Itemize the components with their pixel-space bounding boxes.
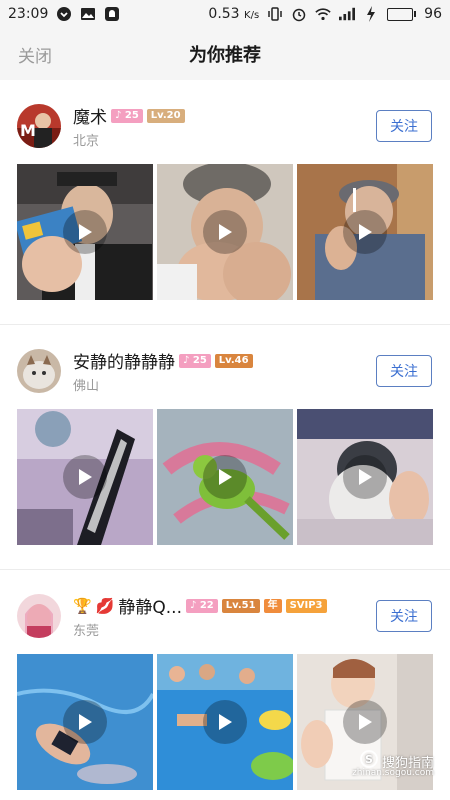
header: 关闭 为你推荐 xyxy=(0,28,450,80)
level-badge: Lv.20 xyxy=(146,108,185,123)
alarm-icon xyxy=(291,6,307,22)
fans-badge: ♪ 22 xyxy=(185,598,218,613)
play-icon xyxy=(343,455,387,499)
vibrate-icon xyxy=(267,6,283,22)
level-badge: Lv.46 xyxy=(214,353,253,368)
notification-icon xyxy=(104,6,120,22)
video-thumbnail[interactable] xyxy=(297,409,433,545)
wifi-icon xyxy=(315,6,331,22)
signal-icon xyxy=(339,6,356,22)
fans-badge: ♪ 25 xyxy=(111,108,143,123)
download-icon xyxy=(56,6,72,22)
avatar[interactable] xyxy=(17,594,61,638)
user-name[interactable]: 静静Q... xyxy=(118,593,182,618)
avatar[interactable] xyxy=(17,349,61,393)
svip-badge: SVIP3 xyxy=(285,598,327,613)
user-location: 北京 xyxy=(73,133,100,149)
follow-button[interactable]: 关注 xyxy=(376,600,432,632)
video-row xyxy=(17,409,433,569)
charging-icon xyxy=(363,6,379,22)
page-title: 为你推荐 xyxy=(189,45,261,66)
video-row xyxy=(17,654,433,800)
video-thumbnail[interactable] xyxy=(157,654,293,790)
video-thumbnail[interactable] xyxy=(17,164,153,300)
play-icon xyxy=(63,210,107,254)
battery-percent: 96 xyxy=(424,6,442,22)
fans-badge: ♪ 25 xyxy=(179,353,211,368)
image-icon xyxy=(80,6,96,22)
network-speed: 0.53 K/s xyxy=(208,6,260,22)
watermark: S 搜狗指南 zhinan.sogou.com xyxy=(352,750,434,778)
play-icon xyxy=(203,455,247,499)
svg-text:S: S xyxy=(365,753,373,766)
play-icon xyxy=(203,700,247,744)
trophy-icon: 🏆 xyxy=(73,596,92,615)
follow-button[interactable]: 关注 xyxy=(376,110,432,142)
play-icon xyxy=(203,210,247,254)
level-badge: Lv.51 xyxy=(221,598,260,613)
watermark-url: zhinan.sogou.com xyxy=(352,768,434,778)
play-icon xyxy=(343,700,387,744)
user-name[interactable]: 安静的静静静 xyxy=(73,348,175,373)
play-icon xyxy=(343,210,387,254)
video-thumbnail[interactable] xyxy=(17,654,153,790)
video-thumbnail[interactable] xyxy=(17,409,153,545)
user-card: 安静的静静静 ♪ 25 Lv.46 佛山 关注 xyxy=(0,324,450,569)
video-thumbnail[interactable] xyxy=(297,164,433,300)
status-bar: 23:09 0.53 K/s 96 xyxy=(0,0,450,28)
user-location: 东莞 xyxy=(73,623,100,639)
user-name[interactable]: 魔术 xyxy=(73,103,107,128)
video-thumbnail[interactable] xyxy=(157,409,293,545)
year-badge: 年 xyxy=(263,598,282,613)
user-location: 佛山 xyxy=(73,378,100,394)
follow-button[interactable]: 关注 xyxy=(376,355,432,387)
video-row xyxy=(17,164,433,324)
close-button[interactable]: 关闭 xyxy=(18,42,52,67)
lips-icon: 💋 xyxy=(95,596,115,615)
user-card: M 魔术 ♪ 25 Lv.20 北京 关注 xyxy=(0,80,450,324)
status-time: 23:09 xyxy=(8,6,49,22)
video-thumbnail[interactable] xyxy=(157,164,293,300)
recommend-feed[interactable]: M 魔术 ♪ 25 Lv.20 北京 关注 安静的静静静 ♪ 25 Lv.46 … xyxy=(0,80,450,800)
svg-text:M: M xyxy=(20,121,36,140)
avatar[interactable]: M xyxy=(17,104,61,148)
battery-icon xyxy=(387,7,417,21)
play-icon xyxy=(63,700,107,744)
play-icon xyxy=(63,455,107,499)
